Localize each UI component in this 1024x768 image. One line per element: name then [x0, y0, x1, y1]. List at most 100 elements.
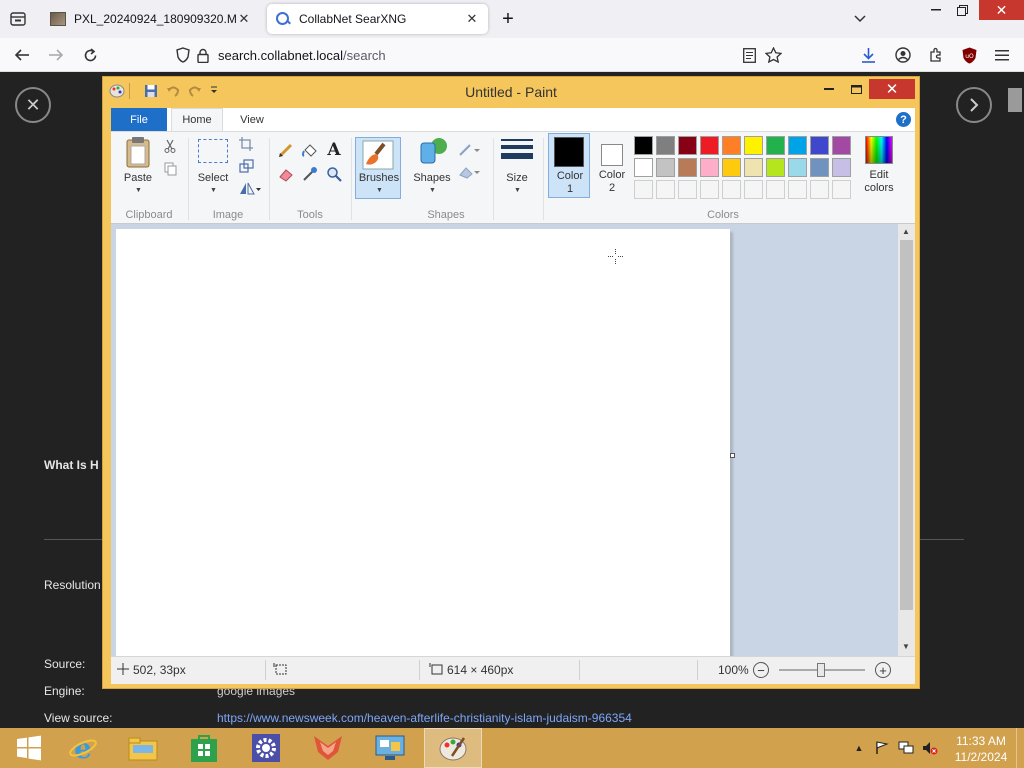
paint-taskbar-icon[interactable] [424, 728, 482, 768]
firefox-view-icon[interactable] [8, 10, 28, 28]
ublock-origin-icon[interactable]: uO [959, 45, 979, 65]
shield-icon[interactable] [176, 47, 192, 63]
next-result-icon[interactable] [956, 87, 992, 123]
help-icon[interactable]: ? [896, 112, 911, 127]
scroll-down-icon[interactable]: ▼ [902, 642, 910, 651]
file-explorer-icon[interactable] [114, 728, 172, 768]
internet-explorer-icon[interactable]: e [54, 728, 112, 768]
system-clock[interactable]: 11:33 AM 11/2/2024 [950, 733, 1012, 765]
close-preview-icon[interactable]: ✕ [15, 87, 51, 123]
palette-swatch[interactable] [788, 158, 807, 177]
shape-fill-icon[interactable] [457, 164, 483, 180]
downloads-icon[interactable] [858, 45, 878, 65]
palette-swatch[interactable] [678, 158, 697, 177]
reader-view-icon[interactable] [740, 46, 758, 64]
tab-file[interactable]: File [111, 108, 167, 131]
palette-swatch[interactable] [810, 180, 829, 199]
palette-swatch[interactable] [744, 180, 763, 199]
tab-image[interactable]: PXL_20240924_180909320.MP.jpg ✕ [42, 4, 260, 34]
lock-icon[interactable] [196, 47, 212, 63]
palette-swatch[interactable] [722, 136, 741, 155]
tab-view[interactable]: View [229, 108, 275, 131]
palette-swatch[interactable] [810, 158, 829, 177]
show-hidden-icons-icon[interactable]: ▲ [851, 741, 867, 755]
action-center-flag-icon[interactable] [874, 741, 890, 755]
zoom-in-button[interactable]: + [875, 662, 891, 678]
palette-swatch[interactable] [832, 136, 851, 155]
palette-swatch[interactable] [700, 158, 719, 177]
account-icon[interactable] [893, 45, 913, 65]
zoom-slider-thumb[interactable] [817, 663, 825, 677]
rotate-icon[interactable] [237, 180, 263, 196]
palette-swatch[interactable] [634, 136, 653, 155]
network-icon[interactable] [898, 741, 914, 755]
palette-swatch[interactable] [722, 158, 741, 177]
paint-minimize-button[interactable] [816, 79, 842, 99]
chevron-down-icon[interactable] [850, 9, 870, 29]
forward-icon[interactable] [46, 46, 66, 64]
close-icon[interactable]: ✕ [236, 11, 252, 27]
remote-desktop-icon[interactable] [361, 728, 419, 768]
palette-swatch[interactable] [832, 180, 851, 199]
view-source-link[interactable]: https://www.newsweek.com/heaven-afterlif… [217, 711, 632, 725]
select-button[interactable]: Select ▼ [193, 136, 233, 200]
canvas-vertical-scrollbar[interactable]: ▲ ▼ [898, 224, 915, 656]
size-button[interactable]: Size ▼ [496, 136, 538, 200]
extensions-icon[interactable] [926, 45, 946, 65]
close-icon[interactable]: ✕ [464, 11, 480, 27]
restore-button[interactable] [951, 2, 973, 18]
store-icon[interactable] [175, 728, 233, 768]
back-icon[interactable] [12, 46, 32, 64]
reload-icon[interactable] [80, 46, 100, 64]
page-scrollbar-thumb[interactable] [1008, 88, 1022, 112]
drawing-canvas[interactable] [116, 229, 730, 656]
palette-swatch[interactable] [832, 158, 851, 177]
palette-swatch[interactable] [634, 158, 653, 177]
palette-swatch[interactable] [656, 158, 675, 177]
scroll-up-icon[interactable]: ▲ [902, 227, 910, 236]
color2-button[interactable]: Color 2 [592, 133, 632, 198]
palette-swatch[interactable] [744, 136, 763, 155]
new-tab-button[interactable]: + [498, 8, 518, 30]
palette-swatch[interactable] [656, 180, 675, 199]
palette-swatch[interactable] [744, 158, 763, 177]
palette-swatch[interactable] [788, 136, 807, 155]
window-close-button[interactable]: ✕ [979, 0, 1024, 20]
palette-swatch[interactable] [634, 180, 653, 199]
palette-swatch[interactable] [722, 180, 741, 199]
palette-swatch[interactable] [700, 136, 719, 155]
palette-swatch[interactable] [700, 180, 719, 199]
palette-swatch[interactable] [766, 136, 785, 155]
tab-searxng[interactable]: CollabNet SearXNG ✕ [267, 4, 488, 34]
text-tool-icon[interactable]: A [325, 140, 343, 160]
palette-swatch[interactable] [788, 180, 807, 199]
start-button[interactable] [0, 728, 58, 768]
zoom-out-button[interactable]: − [753, 662, 769, 678]
bookmark-star-icon[interactable] [763, 45, 783, 65]
fill-bucket-icon[interactable] [301, 142, 319, 158]
palette-swatch[interactable] [810, 136, 829, 155]
eraser-icon[interactable] [277, 166, 295, 182]
palette-swatch[interactable] [766, 158, 785, 177]
tab-home[interactable]: Home [171, 108, 223, 131]
color1-button[interactable]: Color 1 [548, 133, 590, 198]
edit-colors-button[interactable]: Edit colors [855, 133, 903, 198]
palette-swatch[interactable] [766, 180, 785, 199]
paint-maximize-button[interactable] [843, 79, 869, 99]
scrollbar-thumb[interactable] [900, 240, 913, 610]
brushes-button[interactable]: Brushes ▼ [355, 137, 401, 199]
paint-title-bar[interactable]: Untitled - Paint ✕ [103, 77, 919, 105]
url-bar[interactable]: search.collabnet.local/search [170, 42, 790, 68]
hamburger-menu-icon[interactable] [992, 45, 1012, 65]
settings-gear-icon[interactable] [237, 728, 295, 768]
fox-app-icon[interactable] [299, 728, 357, 768]
show-desktop-button[interactable] [1016, 728, 1024, 768]
paste-button[interactable]: Paste ▼ [119, 136, 157, 200]
shape-outline-icon[interactable] [457, 142, 483, 158]
palette-swatch[interactable] [656, 136, 675, 155]
palette-swatch[interactable] [678, 136, 697, 155]
volume-muted-icon[interactable] [922, 741, 938, 755]
pencil-icon[interactable] [277, 142, 295, 158]
cut-icon[interactable] [161, 138, 179, 154]
canvas-resize-handle[interactable] [730, 453, 735, 458]
